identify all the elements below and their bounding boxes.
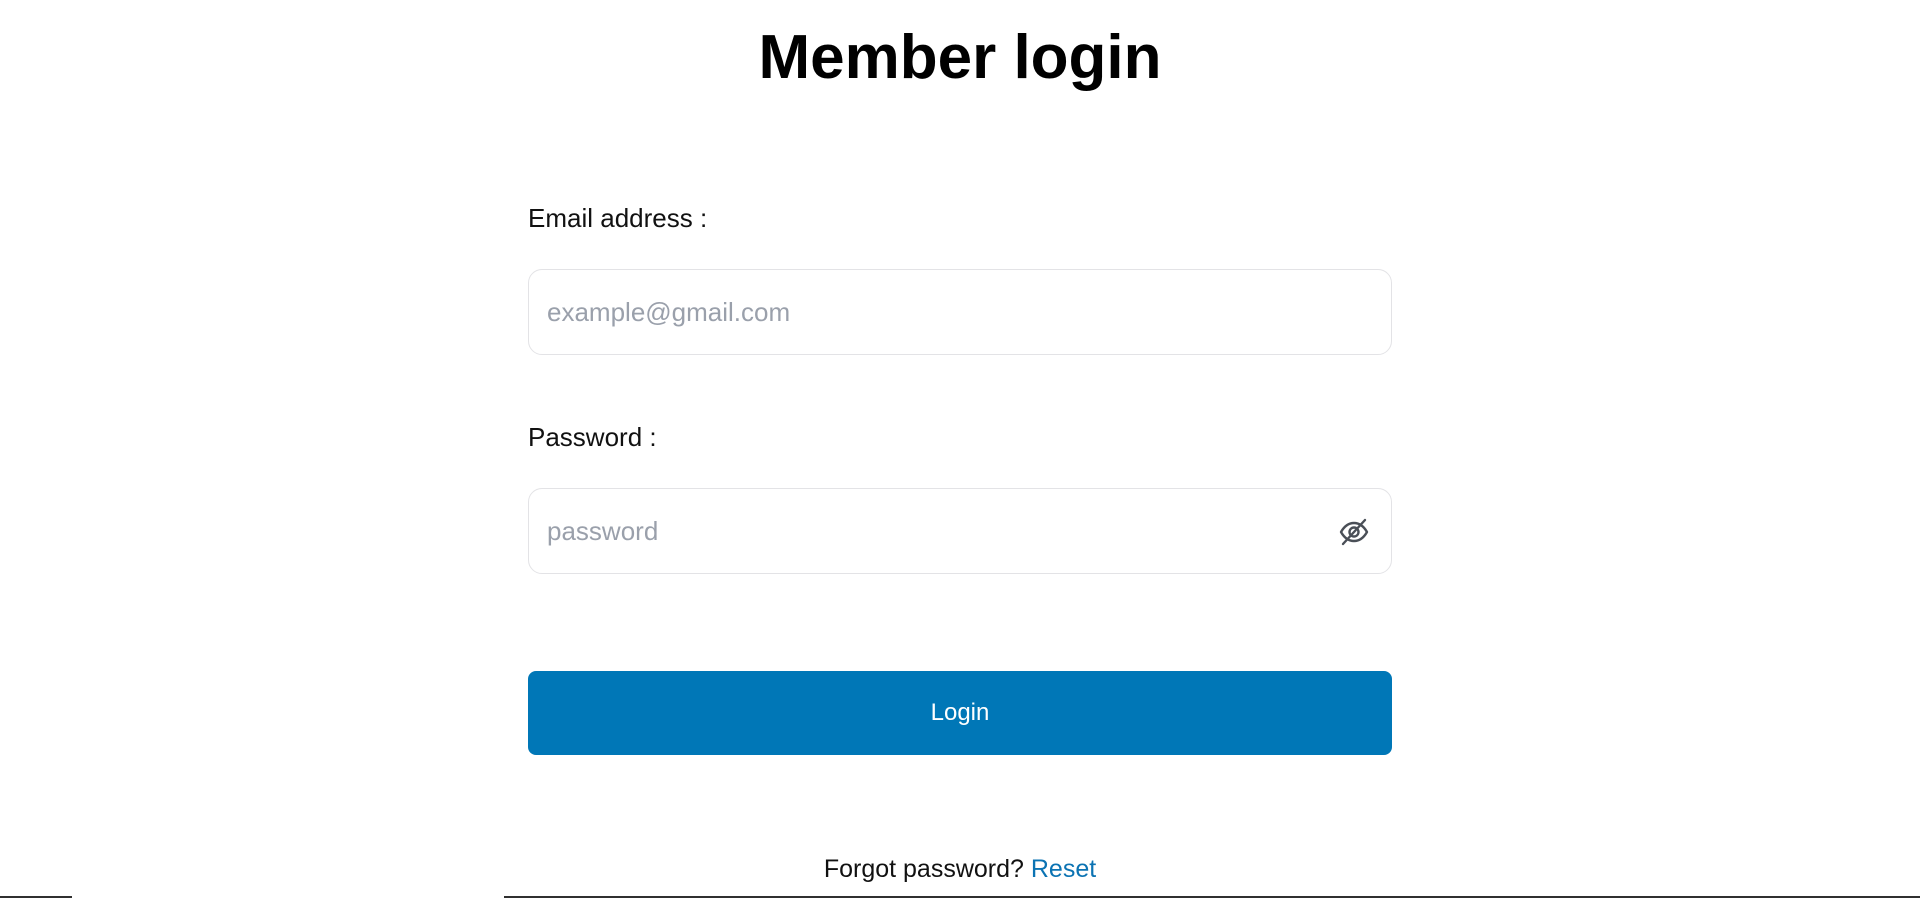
password-field-container (528, 488, 1392, 574)
page-title: Member login (758, 23, 1162, 92)
forgot-password-row: Forgot password? Reset (0, 853, 1920, 885)
eye-off-icon[interactable] (1337, 515, 1371, 549)
login-page: Member login Email address : Password : … (0, 0, 1920, 898)
password-input[interactable] (547, 489, 1337, 573)
email-input[interactable] (547, 270, 1337, 354)
login-button[interactable]: Login (528, 671, 1392, 755)
forgot-password-text: Forgot password? (823, 855, 1024, 883)
password-label: Password : (528, 422, 657, 452)
email-label: Email address : (528, 203, 708, 233)
email-field-container (528, 269, 1392, 355)
reset-link[interactable]: Reset (1031, 855, 1096, 883)
